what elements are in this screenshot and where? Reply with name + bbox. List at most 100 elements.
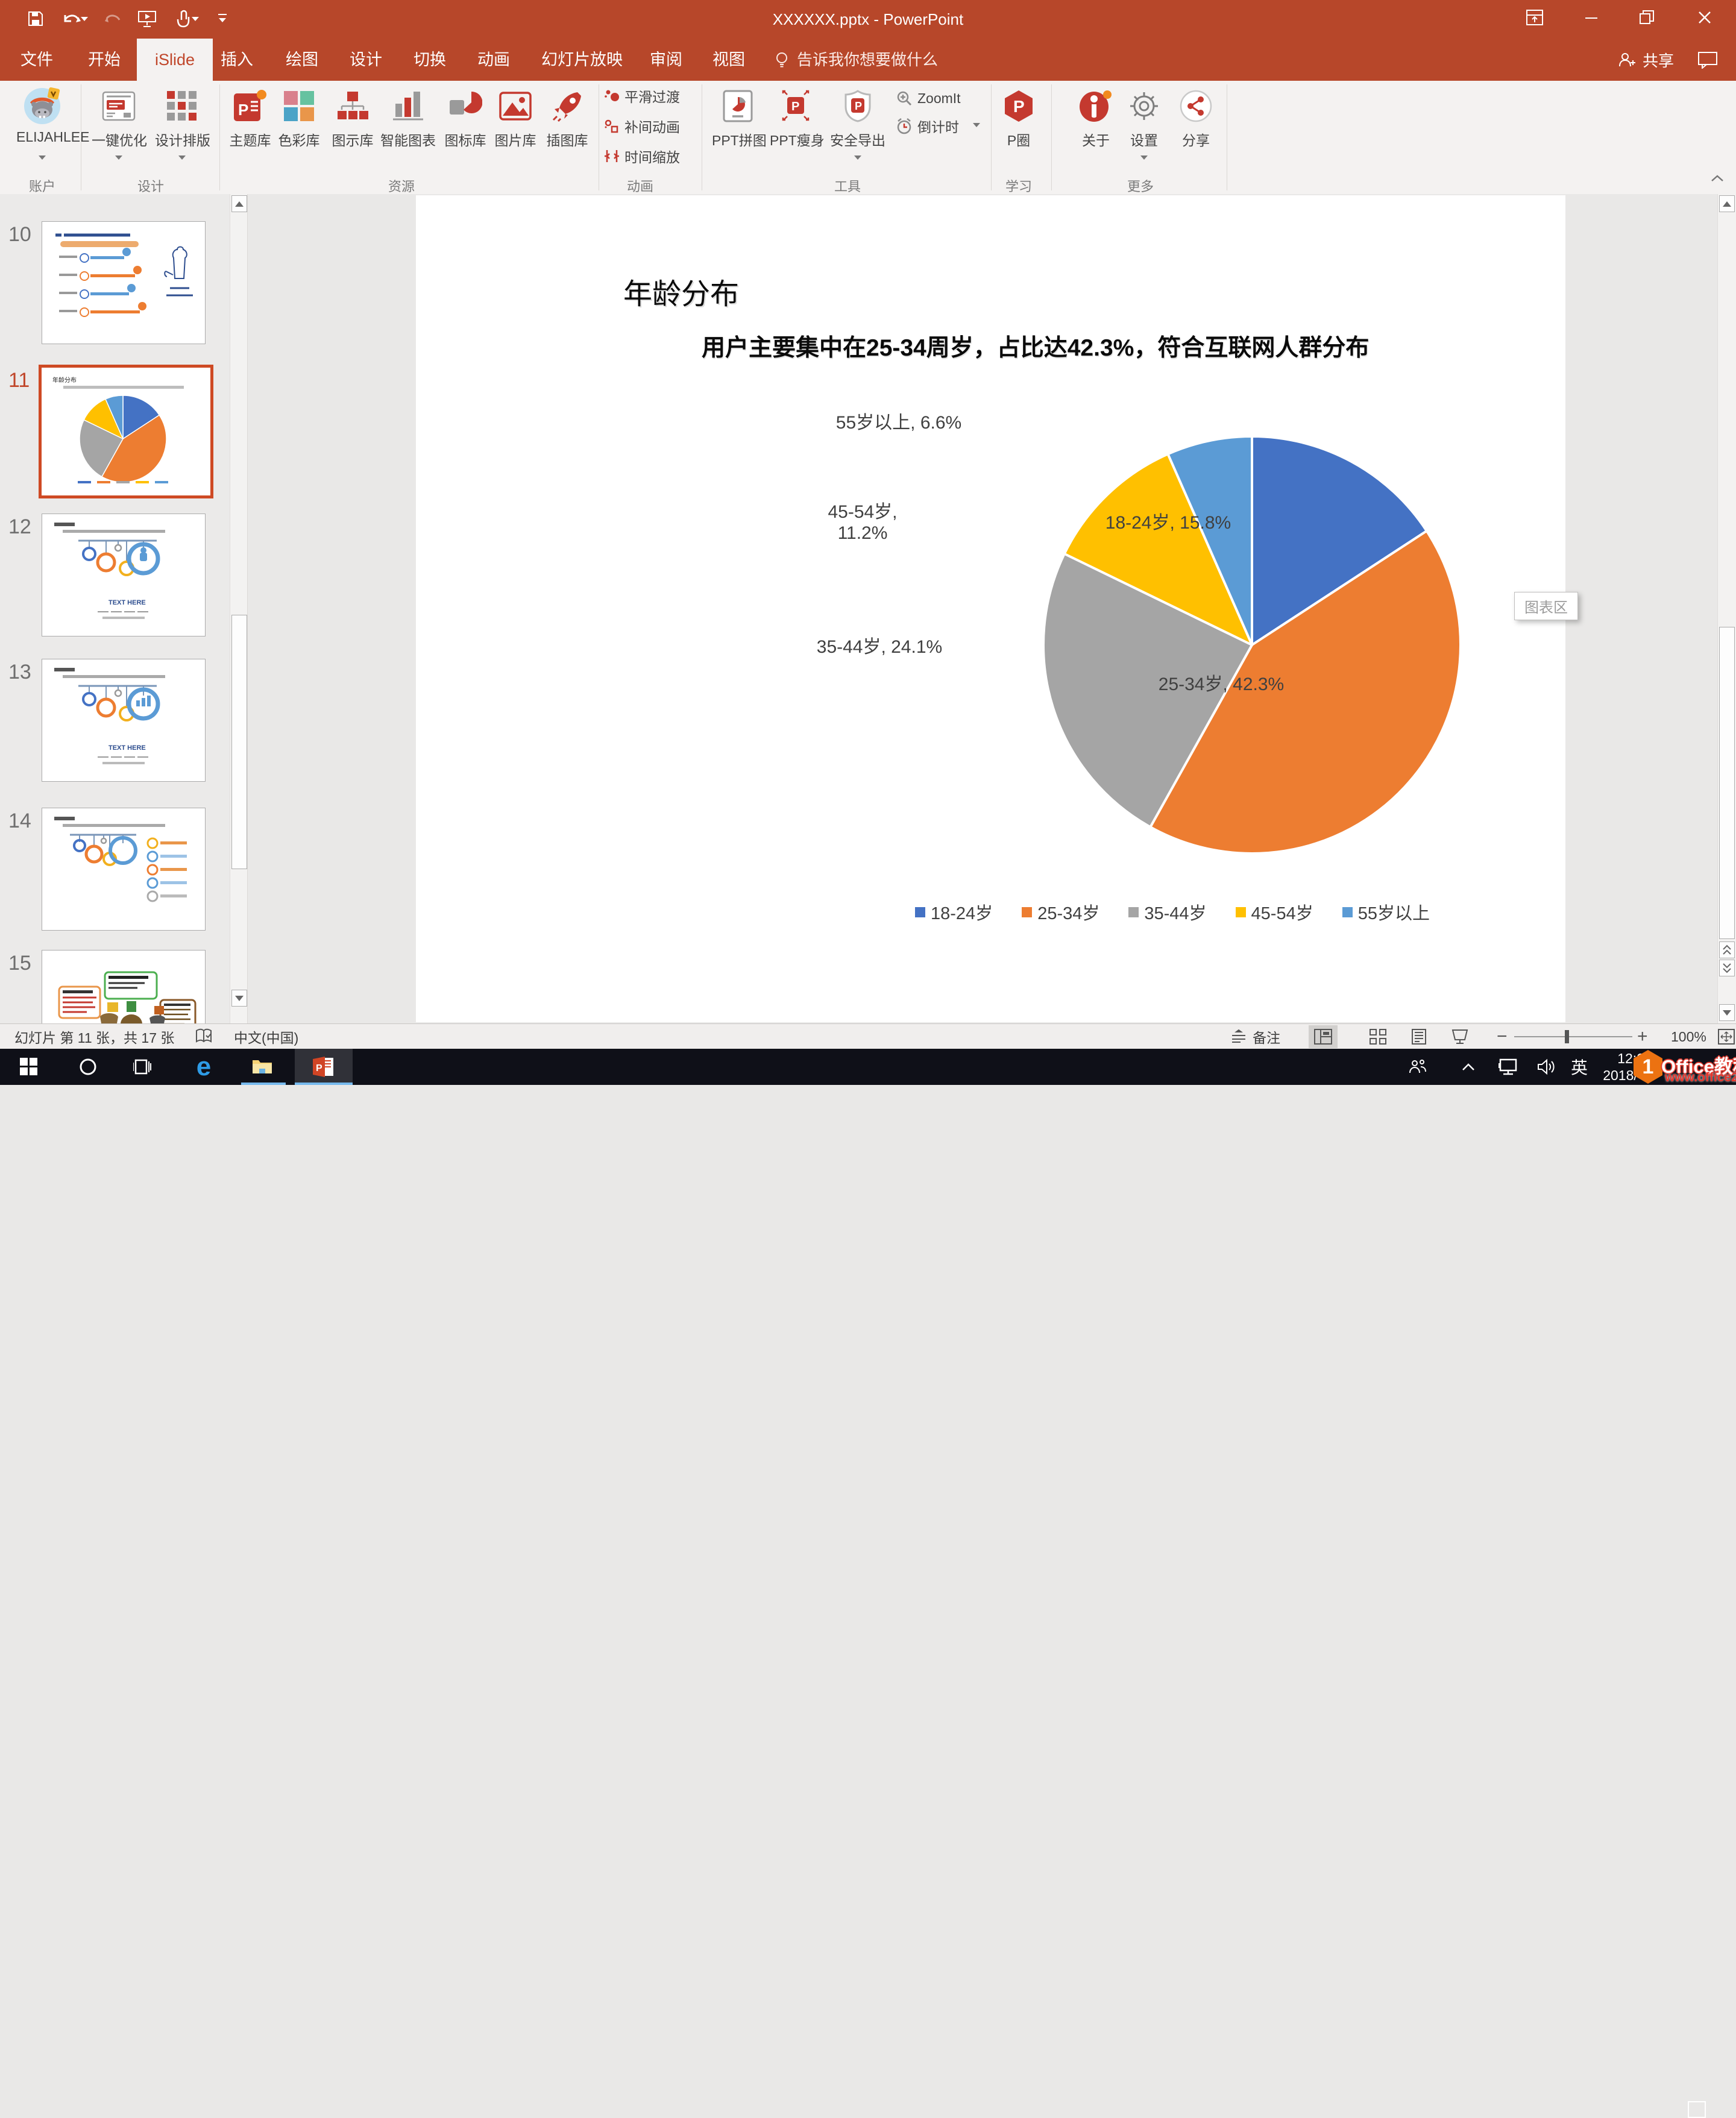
optimize-dropdown-caret[interactable] (115, 156, 122, 160)
ime-indicator[interactable]: 英 (1567, 1049, 1591, 1085)
panel-scroll-down-icon[interactable] (231, 990, 247, 1007)
safe-export-dropdown-caret[interactable] (854, 156, 861, 160)
slide-thumbnail-13[interactable]: TEXT HERE (42, 659, 206, 782)
file-explorer-icon[interactable] (246, 1049, 278, 1085)
pie-chart[interactable] (1041, 434, 1463, 856)
tween-animation-button[interactable]: 补间动画 (604, 117, 680, 135)
slide-subtitle[interactable]: 用户主要集中在25-34周岁，占比达42.3%，符合互联网人群分布 (702, 329, 1369, 363)
fit-to-window-button[interactable] (1712, 1025, 1736, 1048)
design-layout-dropdown-caret[interactable] (178, 156, 186, 160)
scroll-up-icon[interactable] (1719, 195, 1735, 212)
countdown-dropdown-caret[interactable] (973, 123, 980, 127)
zoom-slider-track[interactable] (1514, 1036, 1632, 1037)
account-dropdown-caret[interactable] (39, 156, 46, 160)
slide-thumbnail-12[interactable]: TEXT HERE (42, 514, 206, 636)
network-icon[interactable] (1495, 1049, 1521, 1085)
view-slide-sorter-button[interactable] (1363, 1025, 1392, 1048)
smart-chart-button[interactable]: 智能图表 (379, 88, 437, 149)
about-button[interactable]: 关于 (1070, 88, 1122, 149)
slide-title[interactable]: 年龄分布 (623, 270, 739, 312)
account-button[interactable]: ELIJAHLEE (16, 88, 68, 145)
legend-item[interactable]: 55岁以上 (1342, 899, 1430, 925)
close-button[interactable] (1678, 0, 1731, 35)
ppt-puzzle-button[interactable]: PPT拼图 (712, 88, 764, 149)
volume-icon[interactable] (1533, 1049, 1560, 1085)
panel-scroll-up-icon[interactable] (231, 195, 247, 212)
tab-slideshow[interactable]: 幻灯片放映 (535, 39, 629, 81)
tab-islide[interactable]: iSlide (137, 39, 213, 81)
powerpoint-taskbar-tile[interactable]: P (295, 1049, 353, 1085)
zoomit-button[interactable]: ZoomIt (896, 89, 961, 107)
ppt-slim-button[interactable]: P PPT瘦身 (770, 88, 822, 149)
slide-canvas[interactable]: 年龄分布 用户主要集中在25-34周岁，占比达42.3%，符合互联网人群分布 1… (416, 195, 1565, 1022)
zoom-slider-thumb[interactable] (1565, 1030, 1569, 1043)
p-circle-button[interactable]: P P圈 (993, 88, 1045, 149)
main-scrollbar-thumb[interactable] (1719, 627, 1735, 939)
language-indicator[interactable]: 中文(中国) (234, 1024, 298, 1049)
diagram-library-button[interactable]: 图示库 (327, 88, 379, 149)
tab-animations[interactable]: 动画 (471, 39, 516, 81)
main-scrollbar[interactable] (1717, 194, 1736, 1023)
tab-draw[interactable]: 绘图 (280, 39, 324, 81)
safe-export-button[interactable]: P 安全导出 (829, 88, 887, 149)
share-islide-button[interactable]: 分享 (1170, 88, 1222, 149)
collapse-ribbon-icon[interactable] (1709, 172, 1725, 183)
settings-dropdown-caret[interactable] (1140, 156, 1148, 160)
tab-transitions[interactable]: 切换 (407, 39, 452, 81)
tab-file[interactable]: 文件 (14, 39, 59, 81)
ribbon-display-options-icon[interactable] (1508, 0, 1561, 35)
slide-thumbnail-11-selected[interactable]: 年龄分布 (39, 365, 213, 498)
next-slide-icon[interactable] (1719, 960, 1735, 976)
slide-thumbnail-10[interactable] (42, 221, 206, 344)
slide-thumbnail-15[interactable] (42, 950, 206, 1023)
legend-item[interactable]: 45-54岁 (1236, 899, 1313, 925)
tell-me-box[interactable]: 告诉我你想要做什么 (797, 39, 938, 81)
svg-text:P: P (238, 101, 248, 119)
share-button[interactable]: 共享 (1617, 39, 1674, 81)
restore-button[interactable] (1620, 0, 1673, 35)
action-center-icon[interactable] (1688, 2101, 1706, 2118)
settings-button[interactable]: 设置 (1118, 88, 1170, 149)
previous-slide-icon[interactable] (1719, 941, 1735, 958)
icon-library-button[interactable]: 图标库 (439, 88, 491, 149)
theme-library-button[interactable]: P 主题库 (224, 88, 276, 149)
panel-scrollbar[interactable] (230, 194, 247, 1023)
gear-icon (1118, 88, 1170, 124)
start-button[interactable] (14, 1049, 43, 1085)
slide-counter[interactable]: 幻灯片 第 11 张，共 17 张 (14, 1024, 174, 1049)
picture-library-button[interactable]: 图片库 (489, 88, 541, 149)
zoom-out-button[interactable]: − (1497, 1024, 1508, 1049)
design-layout-button[interactable]: 设计排版 (155, 88, 209, 149)
panel-scrollbar-thumb[interactable] (231, 615, 247, 869)
view-reading-button[interactable] (1404, 1025, 1433, 1048)
notes-button[interactable]: 备注 (1231, 1024, 1280, 1049)
view-normal-button[interactable] (1309, 1025, 1338, 1048)
tab-view[interactable]: 视图 (706, 39, 751, 81)
people-icon[interactable] (1406, 1049, 1430, 1085)
slide-thumbnail-14[interactable] (42, 808, 206, 931)
legend-item[interactable]: 18-24岁 (915, 899, 993, 925)
comments-icon[interactable] (1697, 51, 1718, 69)
tab-home[interactable]: 开始 (82, 39, 127, 81)
share-nodes-icon (1170, 88, 1222, 124)
illustration-library-button[interactable]: 插图库 (541, 88, 593, 149)
countdown-button[interactable]: 倒计时 (896, 117, 959, 135)
time-scale-button[interactable]: 时间缩放 (604, 147, 680, 165)
show-hidden-icons-chevron[interactable] (1458, 1049, 1479, 1085)
legend-item[interactable]: 35-44岁 (1128, 899, 1206, 925)
smooth-transition-button[interactable]: 平滑过渡 (604, 87, 680, 105)
view-slideshow-button[interactable] (1445, 1025, 1474, 1048)
one-key-optimize-button[interactable]: 一键优化 (92, 88, 146, 149)
scroll-down-icon[interactable] (1719, 1004, 1735, 1021)
edge-browser-icon[interactable]: e (188, 1049, 219, 1085)
cortana-icon[interactable] (74, 1049, 102, 1085)
zoom-level[interactable]: 100% (1671, 1024, 1706, 1049)
legend-item[interactable]: 25-34岁 (1022, 899, 1099, 925)
tab-design[interactable]: 设计 (344, 39, 388, 81)
tab-review[interactable]: 审阅 (644, 39, 688, 81)
spellcheck-icon[interactable] (194, 1024, 213, 1049)
color-library-button[interactable]: 色彩库 (273, 88, 325, 149)
task-view-icon[interactable] (128, 1049, 157, 1085)
minimize-button[interactable] (1565, 0, 1618, 35)
tab-insert[interactable]: 插入 (215, 39, 259, 81)
